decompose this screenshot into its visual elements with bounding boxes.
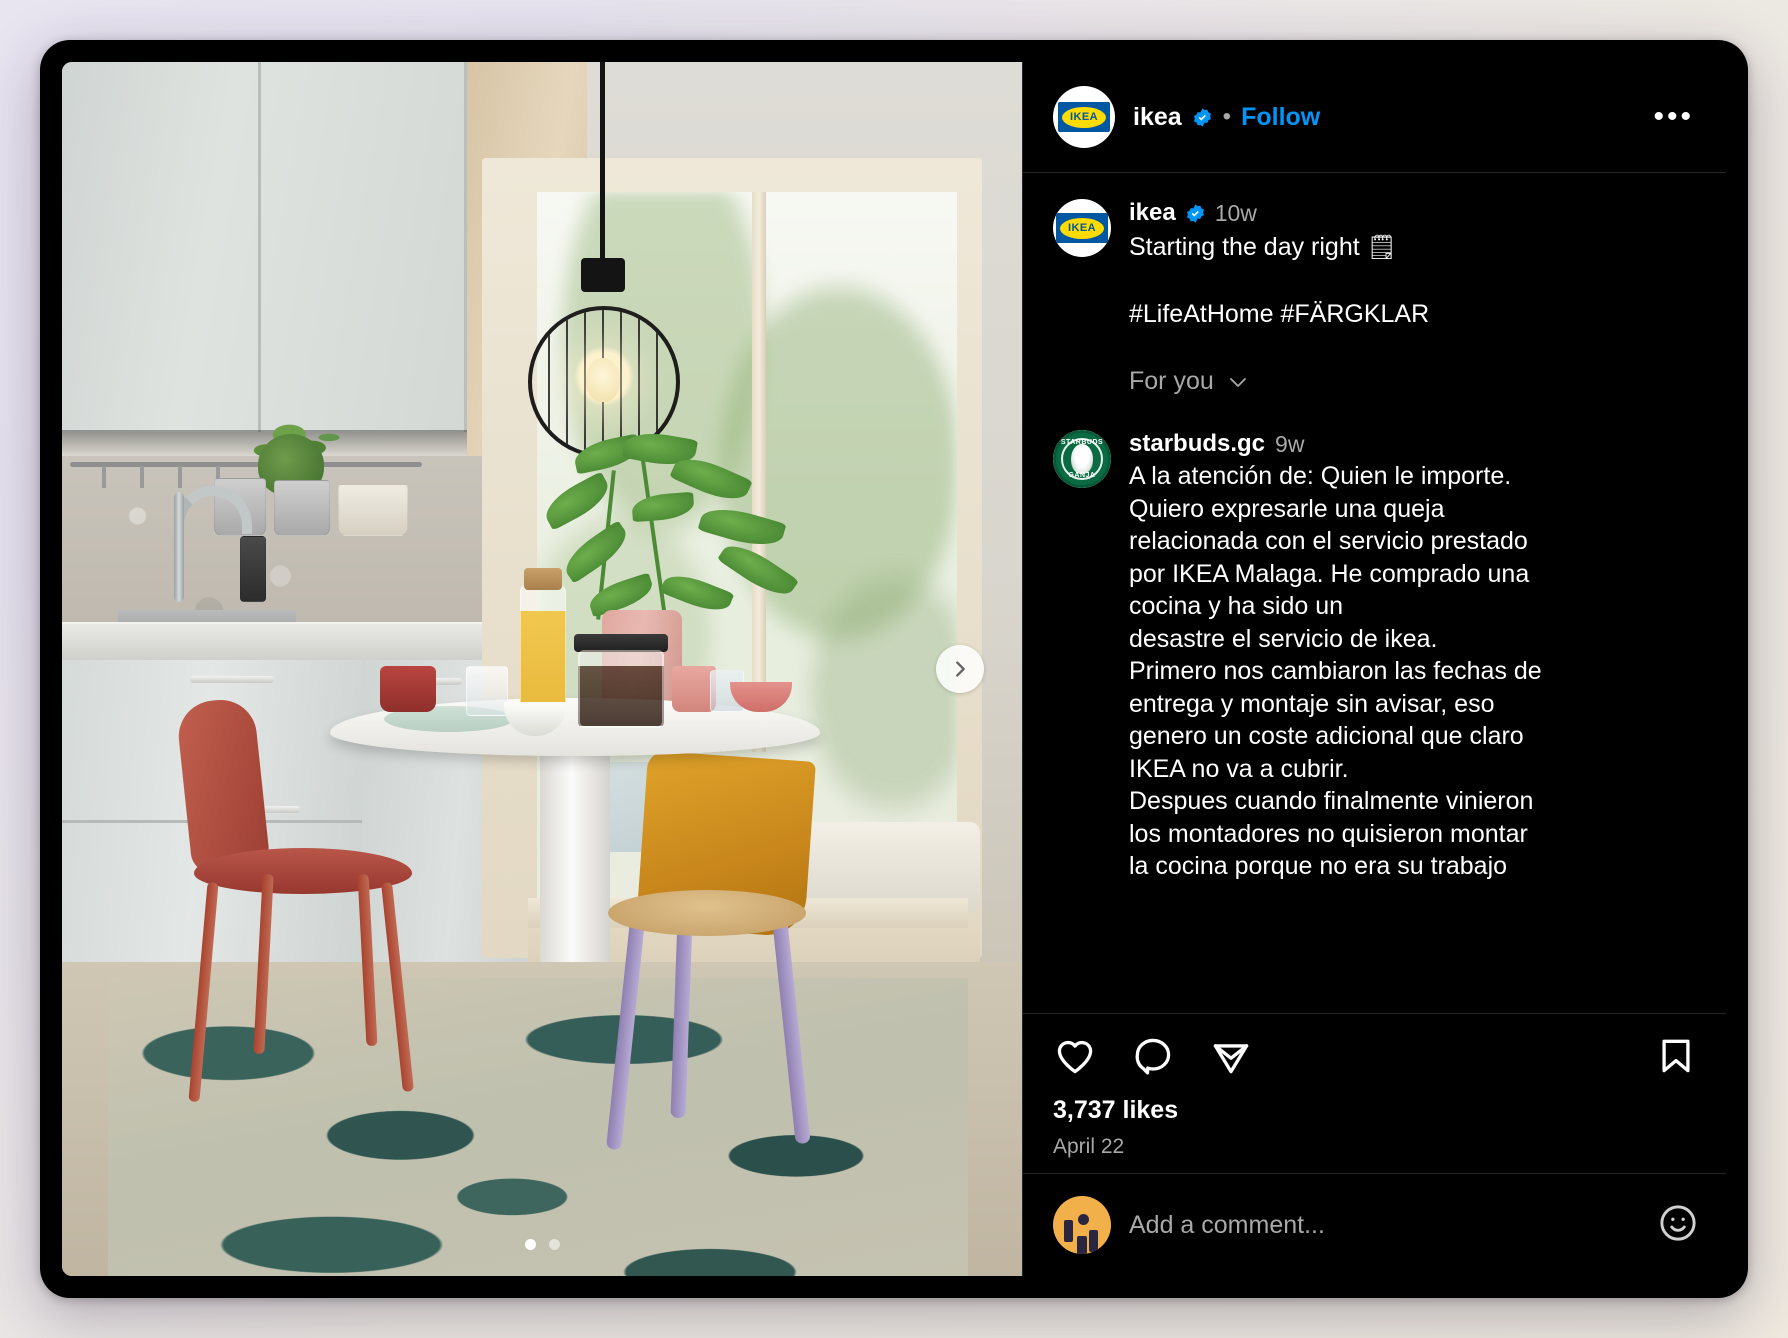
account-avatar[interactable]: IKEA — [1053, 86, 1115, 148]
follow-button[interactable]: Follow — [1241, 103, 1320, 132]
comment-column: starbuds.gc 9w A la atención de: Quien l… — [1129, 430, 1698, 883]
caption-hashtags[interactable]: #LifeAtHome #FÄRGKLAR — [1129, 298, 1698, 331]
like-button[interactable] — [1053, 1034, 1097, 1078]
caption-block: IKEA ikea 10w Starting the day right 🗒 #… — [1053, 199, 1698, 408]
caption-header: ikea 10w — [1129, 199, 1698, 227]
more-options-button[interactable]: ••• — [1649, 102, 1698, 132]
area-rug — [108, 978, 968, 1276]
comment-button[interactable] — [1131, 1034, 1175, 1078]
rail-hook — [102, 466, 106, 488]
french-press — [578, 650, 664, 728]
verified-badge-icon — [1186, 203, 1204, 223]
instagram-post: IKEA ikea • Follow ••• IKEA ikea 10w Sta… — [62, 62, 1726, 1276]
comment-timestamp: 9w — [1275, 430, 1305, 457]
smiley-face-icon — [1660, 1204, 1696, 1241]
starbuds-logo-bottom-text: GANJA — [1068, 472, 1096, 479]
save-button[interactable] — [1654, 1034, 1698, 1078]
ikea-logo-text: IKEA — [1062, 106, 1106, 128]
starbuds-logo-top-text: STARBUDS — [1060, 439, 1104, 446]
juice-carafe — [520, 584, 566, 714]
comment-composer — [1023, 1173, 1726, 1276]
carousel-dots — [62, 1239, 1022, 1250]
comment-text: A la atención de: Quien le importe. Quie… — [1129, 462, 1542, 880]
commenter-username[interactable]: starbuds.gc — [1129, 430, 1265, 458]
upper-cabinets — [62, 62, 467, 432]
rail-hook — [178, 466, 182, 488]
post-detail-panel: IKEA ikea • Follow ••• IKEA ikea 10w Sta… — [1022, 62, 1726, 1276]
pendant-lamp-cord — [600, 62, 605, 272]
stool-seat — [608, 890, 806, 936]
commenter-avatar[interactable]: STARBUDS GANJA — [1053, 430, 1111, 488]
post-body: IKEA ikea 10w Starting the day right 🗒 #… — [1023, 173, 1726, 1013]
for-you-label: For you — [1129, 367, 1214, 395]
chevron-right-icon — [956, 661, 965, 677]
red-mug — [380, 666, 436, 712]
caption-emoji: 🗒 — [1366, 234, 1398, 261]
canister — [274, 480, 330, 536]
ikea-logo-text: IKEA — [1060, 217, 1104, 239]
carousel-dot-2[interactable] — [548, 1239, 560, 1250]
ikea-logo-icon: IKEA — [1058, 102, 1110, 132]
cabinet-handle — [190, 676, 274, 683]
share-paper-plane-icon — [1213, 1044, 1249, 1074]
caption-text: Starting the day right 🗒 — [1129, 231, 1698, 264]
utensil-rail — [70, 462, 422, 467]
verified-badge-icon — [1193, 107, 1211, 127]
user-emoji-avatar[interactable] — [1053, 1196, 1111, 1254]
carafe-cork — [524, 568, 562, 590]
chair-seat — [194, 848, 412, 894]
for-you-toggle[interactable]: For you — [1129, 367, 1698, 396]
comment-block: STARBUDS GANJA starbuds.gc 9w A la atenc… — [1053, 430, 1698, 883]
header-separator: • — [1222, 103, 1232, 130]
header-username-row: ikea • Follow — [1133, 103, 1320, 132]
bookmark-icon — [1662, 1039, 1690, 1073]
carousel-next-button[interactable] — [936, 645, 984, 693]
canister — [338, 484, 408, 536]
likes-count[interactable]: 3,737 likes — [1053, 1096, 1698, 1125]
comment-input[interactable] — [1129, 1210, 1638, 1240]
pendant-lamp-cap — [581, 258, 625, 292]
carousel-dot-1[interactable] — [524, 1239, 536, 1250]
caption-timestamp: 10w — [1214, 199, 1257, 226]
browser-window-frame: IKEA ikea • Follow ••• IKEA ikea 10w Sta… — [40, 40, 1748, 1298]
faucet — [174, 492, 184, 602]
comment-header: starbuds.gc 9w — [1129, 430, 1698, 458]
ikea-logo-icon: IKEA — [1056, 213, 1108, 243]
caption-avatar[interactable]: IKEA — [1053, 199, 1111, 257]
comment-bubble-icon — [1135, 1038, 1171, 1075]
soap-dispenser — [240, 536, 266, 602]
siren-figure-icon — [1071, 444, 1093, 474]
post-actions: 3,737 likes April 22 — [1023, 1013, 1726, 1173]
post-media[interactable] — [62, 62, 1022, 1276]
kitchen-photo — [62, 62, 1022, 1276]
caption-username[interactable]: ikea — [1129, 199, 1176, 227]
drinking-glass — [466, 666, 508, 716]
post-date: April 22 — [1053, 1135, 1125, 1158]
account-username[interactable]: ikea — [1133, 103, 1182, 132]
starbuds-logo-icon: STARBUDS GANJA — [1053, 430, 1111, 488]
action-icon-row — [1053, 1034, 1698, 1078]
countertop — [62, 622, 532, 662]
caption-body: Starting the day right — [1129, 233, 1360, 261]
rail-hook — [140, 466, 144, 488]
chevron-down-icon — [1229, 377, 1246, 387]
share-button[interactable] — [1209, 1034, 1253, 1078]
emoji-picker-button[interactable] — [1656, 1201, 1700, 1250]
caption-column: ikea 10w Starting the day right 🗒 #LifeA… — [1129, 199, 1698, 408]
pendant-lamp-bulb — [586, 358, 620, 402]
post-header: IKEA ikea • Follow ••• — [1023, 62, 1726, 173]
heart-icon — [1057, 1040, 1093, 1074]
